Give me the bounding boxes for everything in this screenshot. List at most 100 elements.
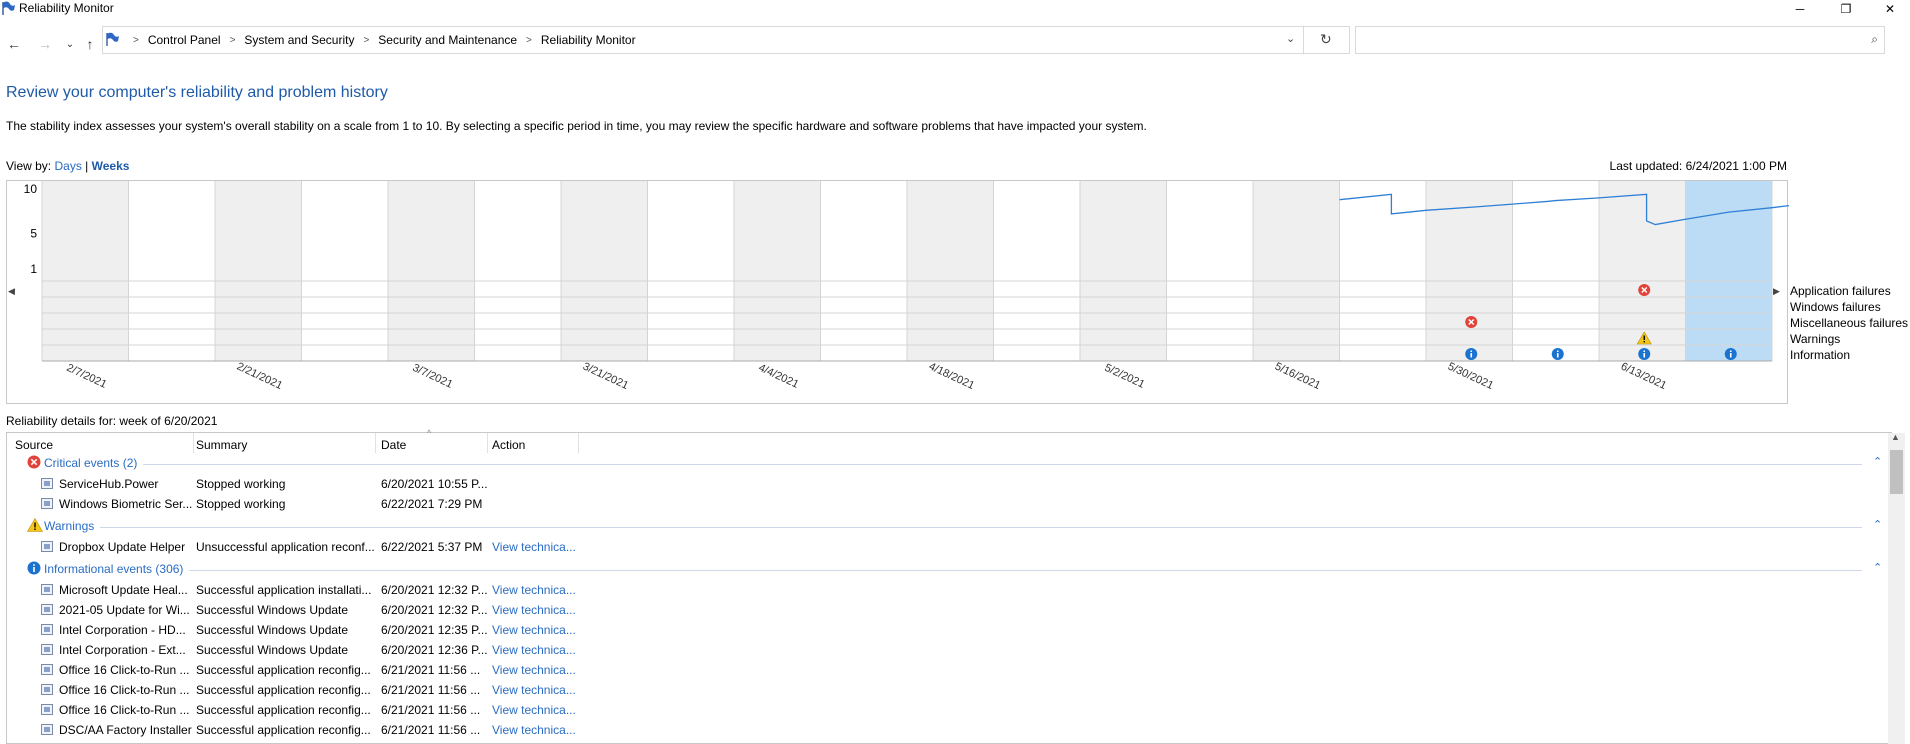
reliability-monitor-location-icon [106, 32, 119, 46]
row-date: 6/21/2021 11:56 ... [381, 663, 481, 677]
view-technical-details-link[interactable]: View technica... [492, 703, 576, 717]
event-source-icon [41, 724, 53, 735]
back-button[interactable]: ← [4, 33, 24, 55]
collapse-group-chevron-up-icon[interactable]: ⌃ [1873, 561, 1882, 574]
week-column [1339, 181, 1426, 361]
up-button[interactable]: ↑ [80, 33, 100, 55]
address-dropdown-button[interactable]: ⌄ [1286, 32, 1295, 45]
column-header-date[interactable]: Date [381, 438, 406, 452]
scrollbar-thumb[interactable] [1890, 450, 1903, 494]
view-by-days-link[interactable]: Days [54, 159, 81, 173]
stability-chart[interactable]: 10 5 1 2/7/2021 2/21/2021 3/7/2021 3/21/2021 4/… [6, 180, 1789, 405]
column-divider[interactable] [193, 433, 194, 453]
column-divider[interactable] [375, 433, 376, 453]
event-source-icon [41, 704, 53, 715]
view-technical-details-link[interactable]: View technica... [492, 643, 576, 657]
close-window-button[interactable]: ✕ [1867, 0, 1910, 17]
event-source-icon [41, 498, 53, 509]
breadcrumb-separator-icon: > [363, 34, 370, 46]
recent-locations-button[interactable]: ⌄ [60, 33, 80, 55]
title-bar: Reliability Monitor ─ ❐ ✕ [0, 0, 1910, 17]
row-date: 6/20/2021 12:35 P... [381, 623, 488, 637]
row-date: 6/22/2021 5:37 PM [381, 540, 483, 554]
information-event-icon-dot [1556, 350, 1559, 352]
breadcrumb-separator-icon: > [229, 34, 236, 46]
column-header-summary[interactable]: Summary [196, 438, 247, 452]
view-technical-details-link[interactable]: View technica... [492, 683, 576, 697]
view-technical-details-link[interactable]: View technica... [492, 583, 576, 597]
week-column [215, 181, 302, 361]
restore-icon: ❐ [1840, 1, 1852, 16]
week-column [1512, 181, 1599, 361]
row-date: 6/22/2021 7:29 PM [381, 497, 483, 511]
x-axis-date-label: 5/30/2021 [1446, 361, 1495, 393]
row-summary: Successful Windows Update [196, 623, 349, 637]
warning-event-icon-dot [1643, 341, 1645, 343]
details-label: Reliability details for: week of 6/20/20… [6, 414, 218, 428]
window-title: Reliability Monitor [19, 1, 114, 15]
address-divider [1303, 26, 1304, 54]
row-summary: Successful application reconfig... [196, 723, 371, 737]
breadcrumb-reliability-monitor[interactable]: Reliability Monitor [541, 33, 636, 47]
week-column [474, 181, 561, 361]
y-tick-label: 1 [30, 262, 37, 276]
view-technical-details-link[interactable]: View technica... [492, 623, 576, 637]
group-header-info[interactable]: Informational events (306) [44, 562, 183, 576]
stability-chart-svg[interactable]: 10 5 1 2/7/2021 2/21/2021 3/7/2021 3/21/2021 4/… [7, 181, 1789, 405]
view-technical-details-link[interactable]: View technica... [492, 663, 576, 677]
event-source-icon [41, 644, 53, 655]
row-label-miscellaneous-failures: Miscellaneous failures [1790, 316, 1909, 330]
group-header-warning[interactable]: Warnings [44, 519, 94, 533]
scroll-up-icon: ▲ [1891, 432, 1900, 442]
row-date: 6/20/2021 12:32 P... [381, 583, 488, 597]
informational-events-icon [27, 561, 43, 575]
breadcrumb-system-and-security[interactable]: System and Security [244, 33, 354, 47]
refresh-button[interactable]: ↻ [1320, 31, 1332, 48]
breadcrumb-control-panel[interactable]: Control Panel [148, 33, 221, 47]
event-source-icon [41, 664, 53, 675]
column-divider[interactable] [578, 433, 579, 453]
maximize-button[interactable]: ❐ [1823, 0, 1869, 17]
event-source-icon [41, 541, 53, 552]
breadcrumb-separator-icon: > [526, 34, 532, 46]
week-column [647, 181, 734, 361]
breadcrumb-security-and-maintenance[interactable]: Security and Maintenance [378, 33, 517, 47]
view-technical-details-link[interactable]: View technica... [492, 723, 576, 737]
triangle-left-icon: ◀ [8, 286, 15, 296]
minimize-button[interactable]: ─ [1777, 0, 1823, 17]
view-by-weeks-link[interactable]: Weeks [92, 159, 130, 173]
scroll-up-button[interactable]: ▲ [1891, 432, 1900, 442]
search-input[interactable] [1360, 30, 1844, 52]
sort-ascending-icon: ^ [427, 428, 432, 438]
scroll-right-button[interactable]: ▶ [1773, 286, 1780, 297]
row-summary: Unsuccessful application reconf... [196, 540, 375, 554]
collapse-group-chevron-up-icon[interactable]: ⌃ [1873, 518, 1882, 531]
week-column [42, 181, 129, 361]
group-header-critical[interactable]: Critical events (2) [44, 456, 137, 470]
column-divider[interactable] [487, 433, 488, 453]
view-technical-details-link[interactable]: View technica... [492, 603, 576, 617]
week-column [1166, 181, 1253, 361]
scroll-left-button[interactable]: ◀ [8, 286, 15, 297]
critical-events-icon [27, 455, 43, 469]
event-source-icon [41, 584, 53, 595]
column-header-source[interactable]: Source [15, 438, 53, 452]
collapse-group-chevron-up-icon[interactable]: ⌃ [1873, 455, 1882, 468]
chevron-down-icon: ⌄ [1286, 33, 1296, 45]
x-axis-date-label: 3/7/2021 [411, 362, 455, 391]
row-label-windows-failures: Windows failures [1790, 300, 1881, 314]
week-column [734, 181, 821, 361]
minimize-icon: ─ [1795, 1, 1805, 16]
row-source: 2021-05 Update for Wi... [59, 603, 190, 617]
last-updated-text: Last updated: 6/24/2021 1:00 PM [1609, 159, 1787, 173]
view-technical-details-link[interactable]: View technica... [492, 540, 576, 554]
group-header-divider [143, 464, 1862, 465]
forward-button[interactable]: → [35, 33, 55, 55]
information-event-icon-mark [1729, 353, 1732, 358]
refresh-icon: ↻ [1320, 31, 1332, 47]
view-by-selector: View by: Days | Weeks [6, 159, 129, 173]
search-box[interactable]: ⌕ [1355, 26, 1885, 54]
row-summary: Successful application reconfig... [196, 683, 371, 697]
column-header-action[interactable]: Action [492, 438, 525, 452]
search-icon[interactable]: ⌕ [1871, 32, 1878, 47]
